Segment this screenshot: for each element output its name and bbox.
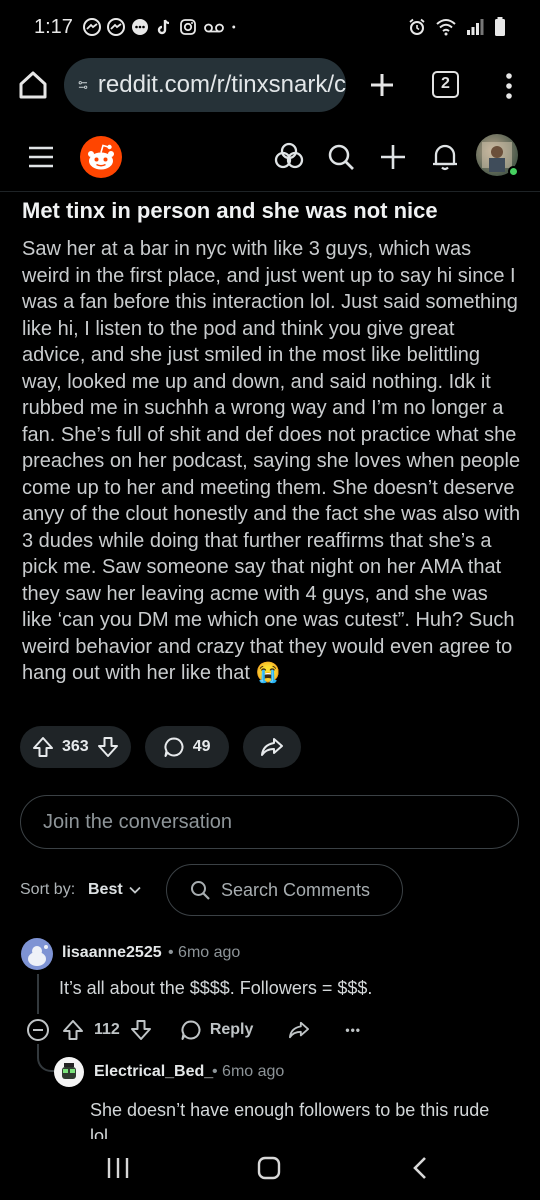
voicemail-icon <box>204 23 224 33</box>
recent-apps-icon[interactable] <box>106 1154 130 1182</box>
url-text: reddit.com/r/tinxsnark/c <box>97 71 346 98</box>
downvote-icon[interactable] <box>97 736 119 758</box>
comment-sort-row: Sort by: Best Search Comments <box>20 864 520 916</box>
reddit-header <box>0 122 540 192</box>
comment-timestamp: • 6mo ago <box>212 1063 285 1080</box>
notification-bell-icon[interactable] <box>428 140 462 174</box>
vote-count: 363 <box>62 738 89 755</box>
upvote-icon[interactable] <box>32 736 54 758</box>
messenger-icon <box>106 18 125 36</box>
avatar[interactable] <box>54 1057 84 1087</box>
post-title: Met tinx in person and she was not nice <box>22 198 438 223</box>
battery-icon <box>495 17 505 36</box>
new-tab-icon[interactable] <box>362 62 402 108</box>
comment-username[interactable]: lisaanne2525 <box>62 944 162 962</box>
reddit-logo-icon[interactable] <box>80 136 122 178</box>
alarm-icon <box>409 18 425 35</box>
tiktok-icon <box>157 19 170 35</box>
back-icon[interactable] <box>410 1154 430 1182</box>
hamburger-menu-icon[interactable] <box>26 142 56 172</box>
create-post-icon[interactable] <box>376 140 410 174</box>
share-icon <box>260 738 283 756</box>
avatar[interactable] <box>21 938 53 970</box>
comment-icon <box>181 1020 201 1040</box>
search-comments-placeholder: Search Comments <box>221 879 371 900</box>
comment-username[interactable]: Electrical_Bed_ <box>94 1063 213 1081</box>
chat-bubble-icon <box>131 19 148 35</box>
reply-button[interactable]: Reply <box>180 1019 254 1041</box>
wifi-icon <box>436 19 456 36</box>
comment-count: 49 <box>192 738 211 755</box>
comment-vote-count: 112 <box>94 1021 120 1038</box>
reply-thread-line <box>37 1044 55 1072</box>
upvote-icon[interactable] <box>62 1019 84 1041</box>
status-bar: 1:17 <box>0 0 540 54</box>
comments-button[interactable]: 49 <box>144 726 229 768</box>
instagram-icon <box>180 19 196 35</box>
android-nav-bar <box>0 1140 540 1200</box>
comment-timestamp: • 6mo ago <box>168 944 241 961</box>
site-settings-icon[interactable] <box>78 74 88 96</box>
comment-icon <box>164 737 184 757</box>
address-bar[interactable]: reddit.com/r/tinxsnark/c <box>64 58 346 112</box>
messenger-icon <box>82 18 101 36</box>
more-options-button[interactable]: ••• <box>345 1023 361 1037</box>
signal-icon <box>467 19 484 35</box>
comment-text: She doesn’t have enough followers to be … <box>90 1100 490 1139</box>
comment-actions: 112 Reply ••• <box>62 1016 361 1044</box>
join-conversation-input[interactable]: Join the conversation <box>20 795 519 849</box>
chevron-down-icon[interactable] <box>128 883 142 897</box>
search-comments-input[interactable]: Search Comments <box>166 864 403 916</box>
browser-toolbar: reddit.com/r/tinxsnark/c 2 <box>0 54 540 116</box>
home-nav-icon[interactable] <box>256 1154 282 1182</box>
share-button[interactable] <box>242 726 301 768</box>
downvote-icon[interactable] <box>130 1019 152 1041</box>
reply-label: Reply <box>209 1021 254 1038</box>
notification-icons <box>82 18 241 36</box>
vote-control: 363 <box>20 726 131 768</box>
dot-icon <box>232 25 236 29</box>
status-time: 1:17 <box>34 15 73 38</box>
system-icons <box>408 17 506 37</box>
tab-switcher-button[interactable]: 2 <box>432 71 459 98</box>
popular-icon[interactable] <box>272 140 306 174</box>
post-actions: 363 49 <box>20 726 301 768</box>
thread-line <box>37 974 39 1014</box>
share-icon[interactable] <box>287 1020 311 1040</box>
search-icon[interactable] <box>324 140 358 174</box>
comment-text: It’s all about the $$$$. Followers = $$$… <box>59 978 373 998</box>
collapse-thread-button[interactable] <box>27 1019 49 1041</box>
sort-label: Sort by: <box>20 881 76 898</box>
search-icon <box>191 881 210 900</box>
sort-dropdown[interactable]: Best <box>88 881 123 899</box>
post-body: Saw her at a bar in nyc with like 3 guys… <box>22 238 521 684</box>
home-icon[interactable] <box>10 62 56 108</box>
online-status-dot <box>508 166 519 177</box>
more-vertical-icon[interactable] <box>494 66 524 106</box>
